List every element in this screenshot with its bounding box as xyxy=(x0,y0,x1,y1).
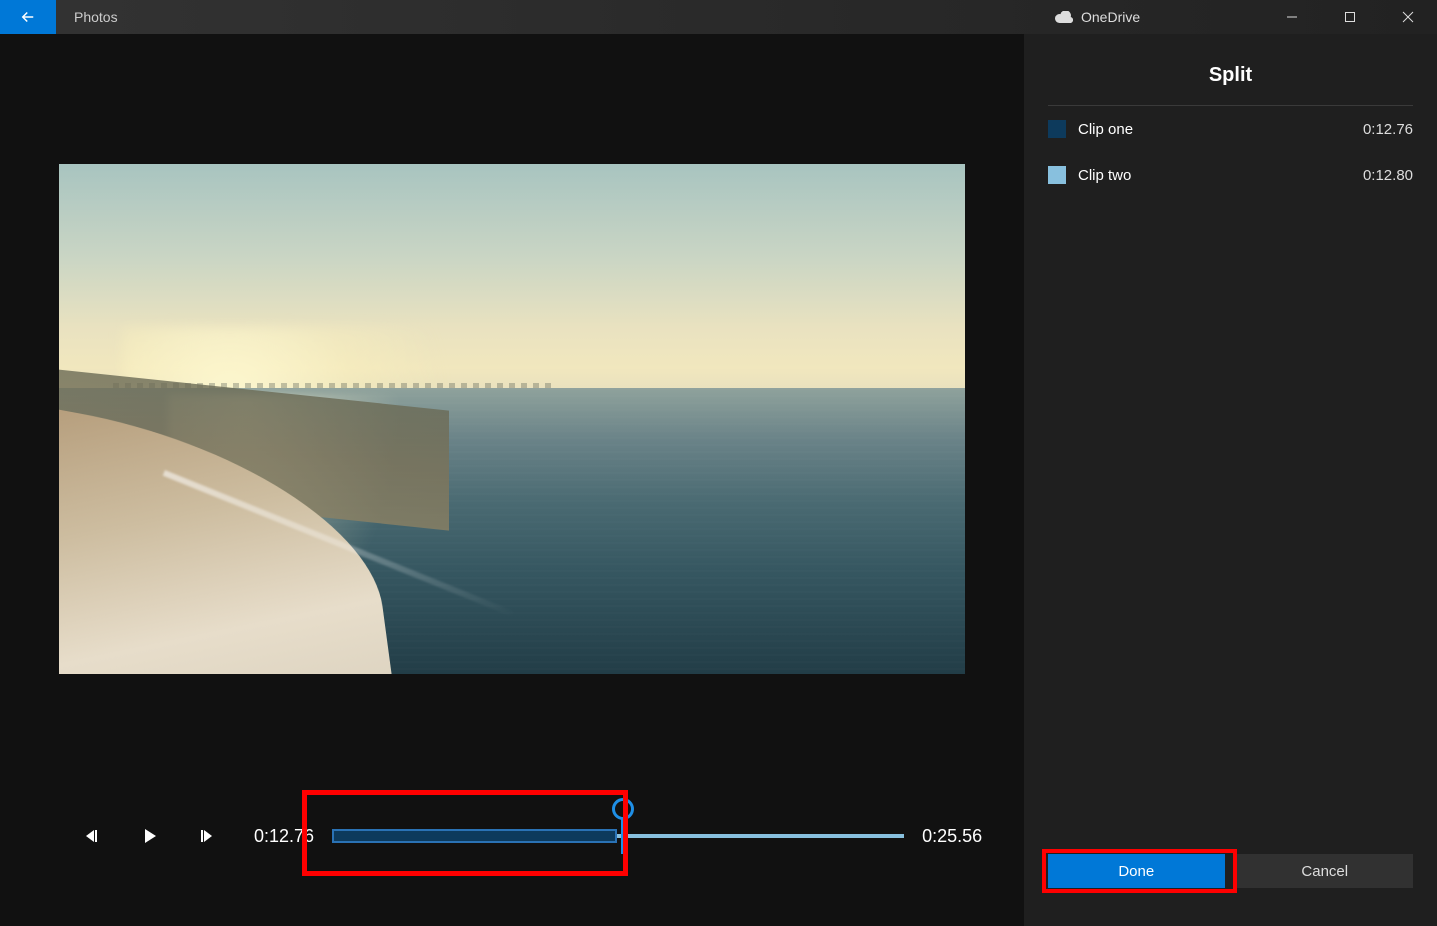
clip-row-two[interactable]: Clip two 0:12.80 xyxy=(1048,152,1413,198)
clip-one-track xyxy=(332,829,617,843)
back-button[interactable] xyxy=(0,0,56,34)
maximize-button[interactable] xyxy=(1321,0,1379,34)
split-handle-stem[interactable] xyxy=(621,818,625,854)
done-button[interactable]: Done xyxy=(1048,854,1225,888)
app-title: Photos xyxy=(56,0,118,34)
clip-one-swatch xyxy=(1048,120,1066,138)
clip-one-name: Clip one xyxy=(1078,121,1363,138)
clip-two-name: Clip two xyxy=(1078,167,1363,184)
panel-title: Split xyxy=(1048,52,1413,106)
clip-one-duration: 0:12.76 xyxy=(1363,121,1413,138)
close-button[interactable] xyxy=(1379,0,1437,34)
play-icon xyxy=(143,828,157,844)
split-timeline[interactable] xyxy=(332,816,904,856)
step-back-icon xyxy=(84,828,100,844)
step-forward-icon xyxy=(200,828,216,844)
clip-two-swatch xyxy=(1048,166,1066,184)
minimize-button[interactable] xyxy=(1263,0,1321,34)
current-time-label: 0:12.76 xyxy=(254,826,314,847)
player-controls: 0:12.76 0:25.56 xyxy=(0,816,1024,856)
onedrive-label: OneDrive xyxy=(1081,9,1140,25)
total-time-label: 0:25.56 xyxy=(922,826,982,847)
video-preview[interactable] xyxy=(59,164,965,674)
clip-row-one[interactable]: Clip one 0:12.76 xyxy=(1048,106,1413,152)
previous-frame-button[interactable] xyxy=(72,816,112,856)
video-editor-area: 0:12.76 0:25.56 xyxy=(0,34,1024,926)
arrow-left-icon xyxy=(19,8,37,26)
onedrive-status[interactable]: OneDrive xyxy=(1055,0,1140,34)
clip-two-track xyxy=(617,834,904,838)
window-controls xyxy=(1263,0,1437,34)
maximize-icon xyxy=(1344,11,1356,23)
split-panel: Split Clip one 0:12.76 Clip two 0:12.80 … xyxy=(1024,34,1437,926)
split-handle[interactable] xyxy=(612,798,634,820)
clip-two-duration: 0:12.80 xyxy=(1363,167,1413,184)
titlebar: Photos OneDrive xyxy=(0,0,1437,34)
cancel-button[interactable]: Cancel xyxy=(1237,854,1414,888)
play-button[interactable] xyxy=(130,816,170,856)
close-icon xyxy=(1402,11,1414,23)
minimize-icon xyxy=(1286,11,1298,23)
next-frame-button[interactable] xyxy=(188,816,228,856)
cloud-icon xyxy=(1055,11,1073,23)
